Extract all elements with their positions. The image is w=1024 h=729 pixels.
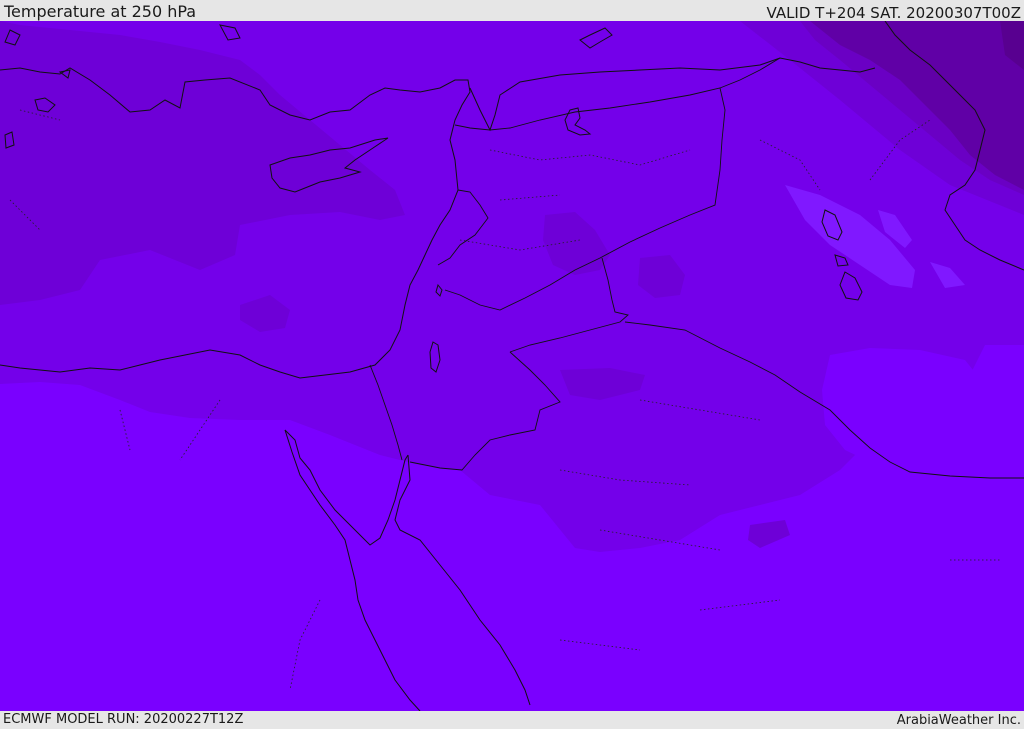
header-bar: Temperature at 250 hPa VALID T+204 SAT. … bbox=[0, 0, 1024, 22]
map-title: Temperature at 250 hPa bbox=[4, 2, 197, 21]
footer-bar: ECMWF MODEL RUN: 20200227T12Z ArabiaWeat… bbox=[0, 711, 1024, 729]
valid-time-label: VALID T+204 SAT. 20200307T00Z bbox=[766, 4, 1021, 22]
temperature-map-svg bbox=[0, 21, 1024, 711]
credit-label: ArabiaWeather Inc. bbox=[896, 713, 1021, 728]
model-run-label: ECMWF MODEL RUN: 20200227T12Z bbox=[3, 712, 244, 727]
weather-map[interactable] bbox=[0, 21, 1024, 711]
